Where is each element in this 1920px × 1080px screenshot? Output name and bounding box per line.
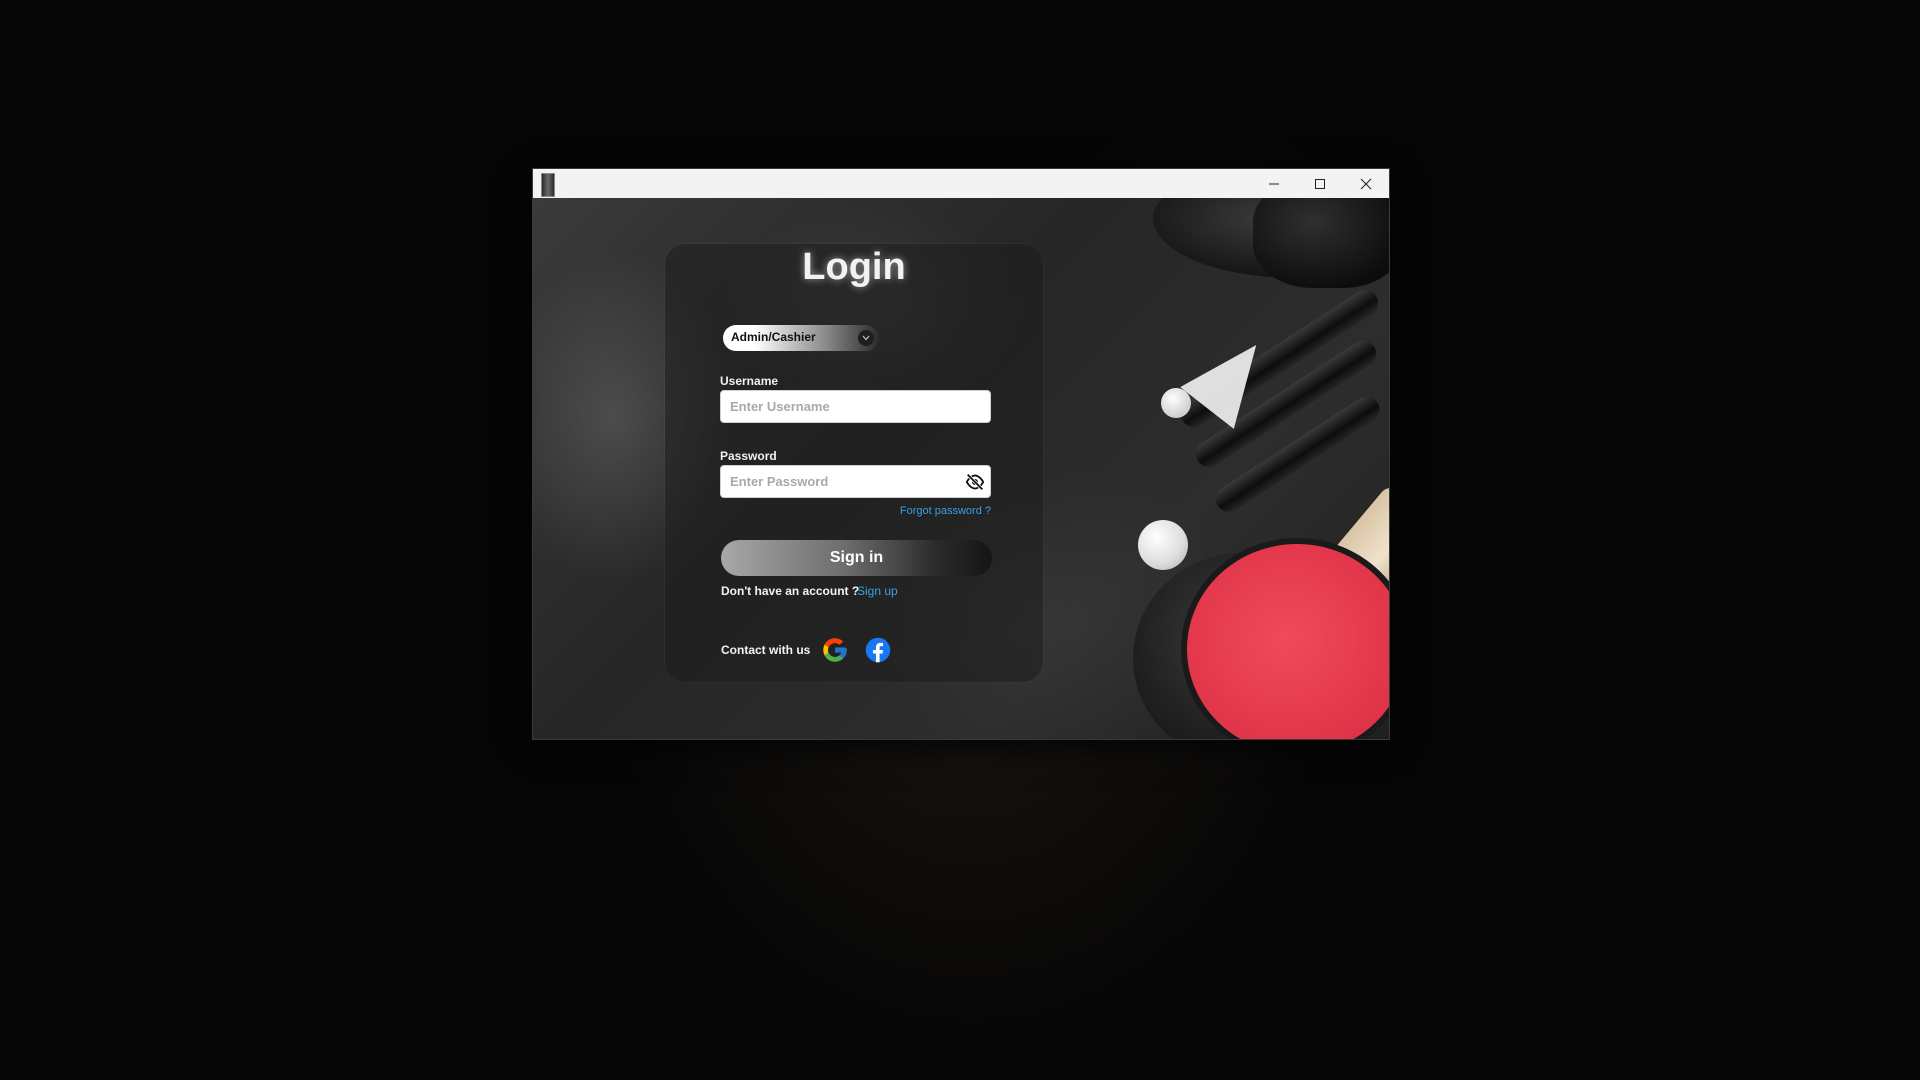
contact-label: Contact with us: [721, 643, 811, 657]
login-window: Login Admin/Cashier Username Password F: [532, 168, 1390, 740]
login-card: Login Admin/Cashier Username Password F: [665, 244, 1043, 682]
google-icon[interactable]: [821, 636, 849, 664]
boxing-glove-image: [1253, 198, 1389, 288]
app-icon: [541, 173, 555, 197]
password-input[interactable]: [720, 465, 991, 498]
chevron-down-icon[interactable]: [858, 330, 874, 346]
shuttlecock-cork-image: [1161, 388, 1191, 418]
role-select-value: Admin/Cashier: [731, 330, 816, 344]
login-background: Login Admin/Cashier Username Password F: [533, 198, 1389, 739]
sign-in-button[interactable]: Sign in: [721, 540, 992, 576]
password-label: Password: [720, 449, 777, 463]
username-input[interactable]: [720, 390, 991, 423]
no-account-text: Don't have an account ?: [721, 584, 860, 598]
login-title: Login: [802, 246, 906, 288]
minimize-button[interactable]: [1251, 169, 1297, 198]
maximize-button[interactable]: [1297, 169, 1343, 198]
maximize-icon: [1315, 179, 1325, 189]
sign-up-link[interactable]: Sign up: [857, 584, 898, 598]
ping-pong-ball-image: [1138, 520, 1188, 570]
facebook-icon[interactable]: [864, 636, 892, 664]
role-select[interactable]: Admin/Cashier: [723, 325, 879, 351]
minimize-icon: [1269, 183, 1279, 185]
username-label: Username: [720, 374, 779, 388]
forgot-password-link[interactable]: Forgot password ?: [891, 505, 991, 517]
close-button[interactable]: [1343, 169, 1389, 198]
close-icon: [1360, 178, 1372, 190]
eye-slash-icon[interactable]: [965, 473, 985, 491]
title-bar[interactable]: [533, 169, 1389, 198]
